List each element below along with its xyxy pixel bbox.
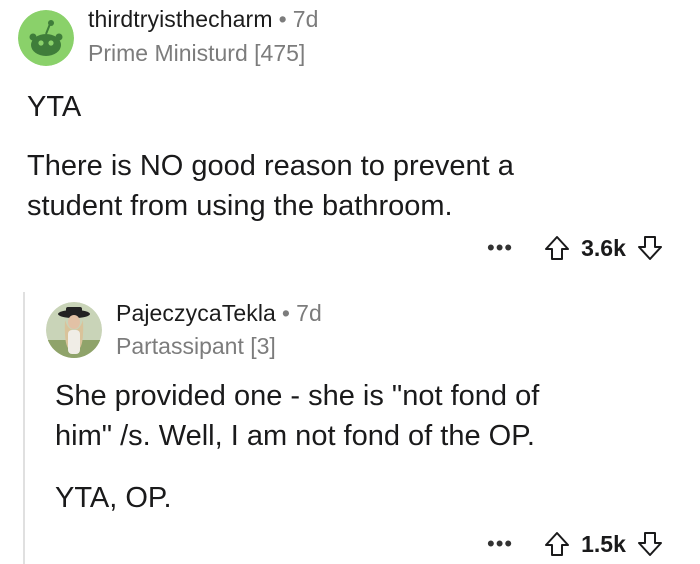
vote-count: 3.6k [581,234,626,261]
comment-author-line: thirdtryisthecharm • 7d [88,6,319,33]
comment-action-bar: ••• 3.6k [487,232,664,264]
comment-action-bar: ••• 1.5k [487,528,664,560]
username-link[interactable]: thirdtryisthecharm [88,6,273,32]
thread-line[interactable] [23,292,25,564]
separator-dot: • [281,300,291,326]
more-options-icon[interactable]: ••• [487,533,513,555]
downvote-arrow-icon[interactable] [636,234,664,262]
comment-body-line: him" /s. Well, I am not fond of the OP. [55,420,535,452]
downvote-arrow-icon[interactable] [636,530,664,558]
comment-body-line: She provided one - she is "not fond of [55,380,540,412]
user-flair: Partassipant [3] [116,333,276,359]
comment-author-line: PajeczycaTekla • 7d [116,300,322,327]
reddit-snoo-avatar-icon [18,10,74,66]
upvote-arrow-icon[interactable] [543,530,571,558]
user-flair: Prime Ministurd [475] [88,40,306,66]
comment-body-line: There is NO good reason to prevent a [27,150,514,182]
comment-body-line: student from using the bathroom. [27,190,453,222]
more-options-icon[interactable]: ••• [487,237,513,259]
vote-count: 1.5k [581,530,626,557]
comment-age: 7d [292,6,319,32]
separator-dot: • [278,6,287,32]
user-avatar-thirdtryisthecharm[interactable] [18,10,74,66]
user-avatar-pajeczycatekla[interactable] [46,302,102,358]
user-photo-avatar-icon [46,302,102,358]
comment-body-line: YTA [27,91,82,123]
comment-age: 7d [296,300,322,326]
comment-body-line: YTA, OP. [55,482,172,514]
upvote-arrow-icon[interactable] [543,234,571,262]
username-link[interactable]: PajeczycaTekla [116,300,276,326]
